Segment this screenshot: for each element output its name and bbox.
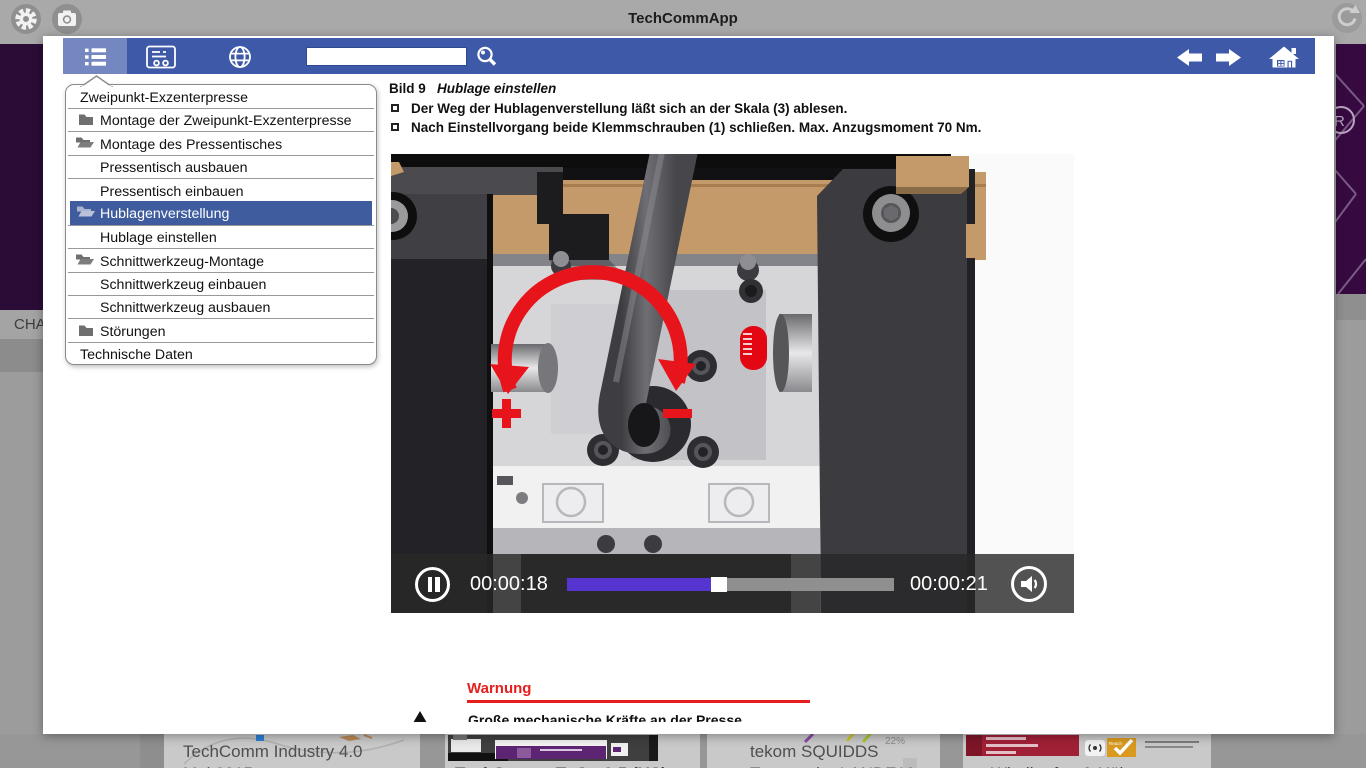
svg-text:22%: 22% — [885, 736, 905, 747]
svg-text:R: R — [1336, 113, 1345, 130]
svg-text:Reach: Reach — [1109, 741, 1123, 746]
